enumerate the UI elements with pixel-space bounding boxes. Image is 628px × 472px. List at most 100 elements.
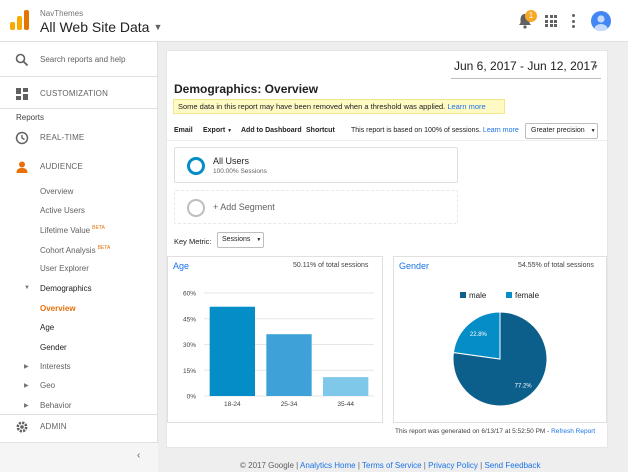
add-to-dashboard-button[interactable]: Add to Dashboard	[241, 127, 302, 134]
footer-link-feedback[interactable]: Send Feedback	[484, 461, 540, 470]
copyright-text: © 2017 Google	[240, 461, 294, 470]
notice-text: Some data in this report may have been r…	[178, 102, 446, 111]
threshold-notice: Some data in this report may have been r…	[173, 99, 505, 114]
sidebar-search[interactable]: Search reports and help	[0, 42, 158, 76]
triangle-right-icon[interactable]: ▶	[24, 382, 29, 389]
app-header: NavThemes All Web Site Data ▼ 1	[0, 0, 628, 42]
sidebar-item-demographics-overview[interactable]: Overview	[40, 304, 76, 313]
sidebar-item-user-explorer[interactable]: User Explorer	[40, 264, 89, 273]
age-bar[interactable]	[266, 334, 312, 396]
footer-link-analytics-home[interactable]: Analytics Home	[300, 461, 356, 470]
y-tick-label: 0%	[187, 394, 197, 401]
pie-data-label: 22.8%	[470, 332, 488, 338]
sidebar-item-admin[interactable]: ADMIN	[0, 417, 158, 439]
property-name: All Web Site Data	[40, 19, 150, 35]
date-range[interactable]: Jun 6, 2017 - Jun 12, 2017	[454, 59, 597, 73]
sidebar-divider	[0, 108, 158, 109]
date-underline	[451, 78, 601, 79]
avatar[interactable]	[591, 11, 611, 31]
add-segment-button[interactable]: + Add Segment	[174, 190, 458, 224]
audience-label: AUDIENCE	[40, 162, 83, 171]
precision-value: Greater precision	[531, 127, 585, 134]
reports-heading: Reports	[16, 113, 45, 122]
legend-label: male	[469, 291, 487, 300]
more-vert-icon[interactable]	[570, 13, 576, 29]
sidebar-item-overview[interactable]: Overview	[40, 187, 73, 196]
key-metric-value: Sessions	[222, 236, 251, 243]
refresh-report-link[interactable]: Refresh Report	[551, 428, 595, 435]
legend-swatch	[506, 292, 512, 298]
footer-link-privacy[interactable]: Privacy Policy	[428, 461, 478, 470]
sidebar-collapse-bar[interactable]: ‹	[0, 442, 158, 472]
triangle-right-icon[interactable]: ▶	[24, 363, 29, 370]
beta-badge: BETA	[92, 225, 105, 231]
caret-down-icon: ▼	[227, 128, 233, 134]
cohort-analysis-label: Cohort Analysis	[40, 246, 96, 255]
gender-pie-chart: male female 77.2% 22.8%	[452, 291, 548, 407]
customization-label: CUSTOMIZATION	[40, 89, 109, 98]
analytics-logo[interactable]	[10, 10, 30, 30]
chevron-left-icon[interactable]: ‹	[137, 450, 140, 461]
notification-badge: 1	[525, 10, 537, 22]
sidebar: Search reports and help CUSTOMIZATION Re…	[0, 42, 158, 472]
x-tick-label: 25-34	[281, 401, 298, 408]
admin-label: ADMIN	[40, 422, 67, 431]
add-segment-label: + Add Segment	[213, 202, 275, 212]
sidebar-item-gender[interactable]: Gender	[40, 343, 67, 352]
segment-name: All Users	[213, 156, 250, 166]
user-icon	[594, 15, 608, 31]
sidebar-item-realtime[interactable]: REAL-TIME	[0, 128, 158, 150]
key-metric-select[interactable]: Sessions ▼	[217, 232, 264, 248]
footer-link-terms[interactable]: Terms of Service	[362, 461, 422, 470]
y-tick-label: 30%	[183, 342, 196, 349]
segment-ring-icon	[187, 157, 205, 175]
caret-down-icon: ▼	[590, 128, 596, 134]
search-label: Search reports and help	[40, 55, 126, 64]
segment-sessions: 100.00% Sessions	[213, 168, 267, 175]
sidebar-item-interests[interactable]: Interests	[40, 362, 71, 371]
beta-badge: BETA	[97, 245, 111, 251]
report-card: Jun 6, 2017 - Jun 12, 2017 ▼ Demographic…	[166, 50, 608, 448]
sidebar-item-active-users[interactable]: Active Users	[40, 206, 85, 215]
clock-icon	[15, 131, 29, 145]
empty-ring-icon	[187, 199, 205, 217]
gear-icon	[16, 421, 28, 433]
y-tick-label: 15%	[183, 368, 196, 375]
sidebar-item-audience[interactable]: AUDIENCE	[0, 157, 158, 179]
sampling-learn-more-link[interactable]: Learn more	[483, 127, 519, 134]
sidebar-item-demographics[interactable]: Demographics	[40, 284, 92, 293]
sidebar-item-lifetime-value[interactable]: Lifetime Value BETA	[40, 225, 105, 235]
key-metric-label: Key Metric:	[174, 237, 212, 246]
sidebar-item-geo[interactable]: Geo	[40, 381, 55, 390]
export-button[interactable]: Export ▼	[203, 127, 232, 134]
shortcut-button[interactable]: Shortcut	[306, 127, 335, 134]
notice-learn-more-link[interactable]: Learn more	[447, 102, 485, 111]
export-label: Export	[203, 127, 226, 134]
triangle-right-icon[interactable]: ▶	[24, 402, 29, 409]
report-toolbar: Email Export ▼ Add to Dashboard Shortcut…	[167, 121, 607, 141]
age-bar[interactable]	[209, 306, 255, 396]
gender-title: Gender	[399, 261, 430, 271]
sidebar-item-age[interactable]: Age	[40, 323, 54, 332]
search-icon	[15, 53, 29, 67]
sidebar-item-behavior[interactable]: Behavior	[40, 401, 72, 410]
sidebar-item-customization[interactable]: CUSTOMIZATION	[0, 78, 158, 108]
realtime-label: REAL-TIME	[40, 133, 85, 142]
precision-select[interactable]: Greater precision ▼	[525, 123, 598, 139]
property-selector[interactable]: All Web Site Data ▼	[40, 19, 162, 35]
gender-stat: 54.55% of total sessions	[518, 262, 594, 269]
age-bar[interactable]	[323, 377, 369, 396]
email-button[interactable]: Email	[174, 127, 193, 134]
caret-down-icon: ▼	[153, 22, 163, 32]
apps-grid-icon[interactable]	[545, 15, 557, 27]
pie-data-label: 77.2%	[515, 384, 533, 390]
y-tick-label: 45%	[183, 316, 196, 323]
age-panel: Age 50.11% of total sessions 0% 15% 30% 45%…	[167, 256, 383, 423]
legend-label: female	[515, 291, 540, 300]
sidebar-item-cohort-analysis[interactable]: Cohort Analysis BETA	[40, 245, 110, 255]
sampling-note: This report is based on 100% of sessions…	[351, 127, 519, 134]
org-name: NavThemes	[40, 9, 84, 18]
triangle-down-icon[interactable]: ▼	[24, 285, 30, 291]
caret-down-icon[interactable]: ▼	[592, 64, 599, 71]
segment-all-users[interactable]: All Users 100.00% Sessions	[174, 147, 458, 183]
